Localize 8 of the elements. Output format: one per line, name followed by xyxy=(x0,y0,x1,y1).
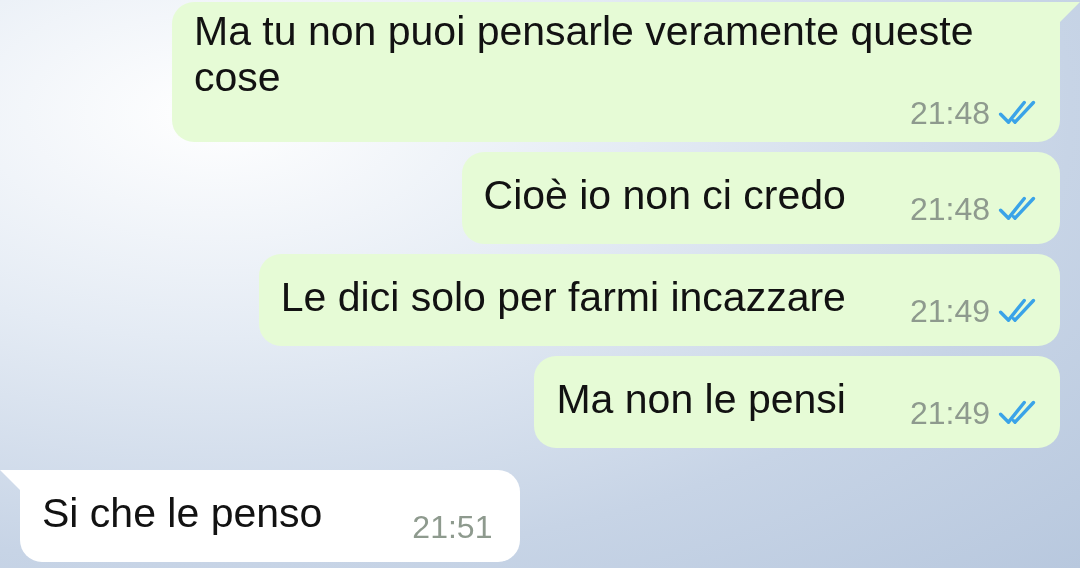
message-time: 21:49 xyxy=(909,292,990,330)
message-time: 21:51 xyxy=(412,508,493,546)
message-text: Si che le penso xyxy=(42,490,323,536)
message-time: 21:49 xyxy=(909,394,990,432)
message-text: Le dici solo per farmi incazzare xyxy=(280,274,846,320)
message-time: 21:48 xyxy=(909,190,990,228)
message-text: Ma non le pensi xyxy=(556,376,846,422)
message-text: Cioè io non ci credo xyxy=(483,172,846,218)
